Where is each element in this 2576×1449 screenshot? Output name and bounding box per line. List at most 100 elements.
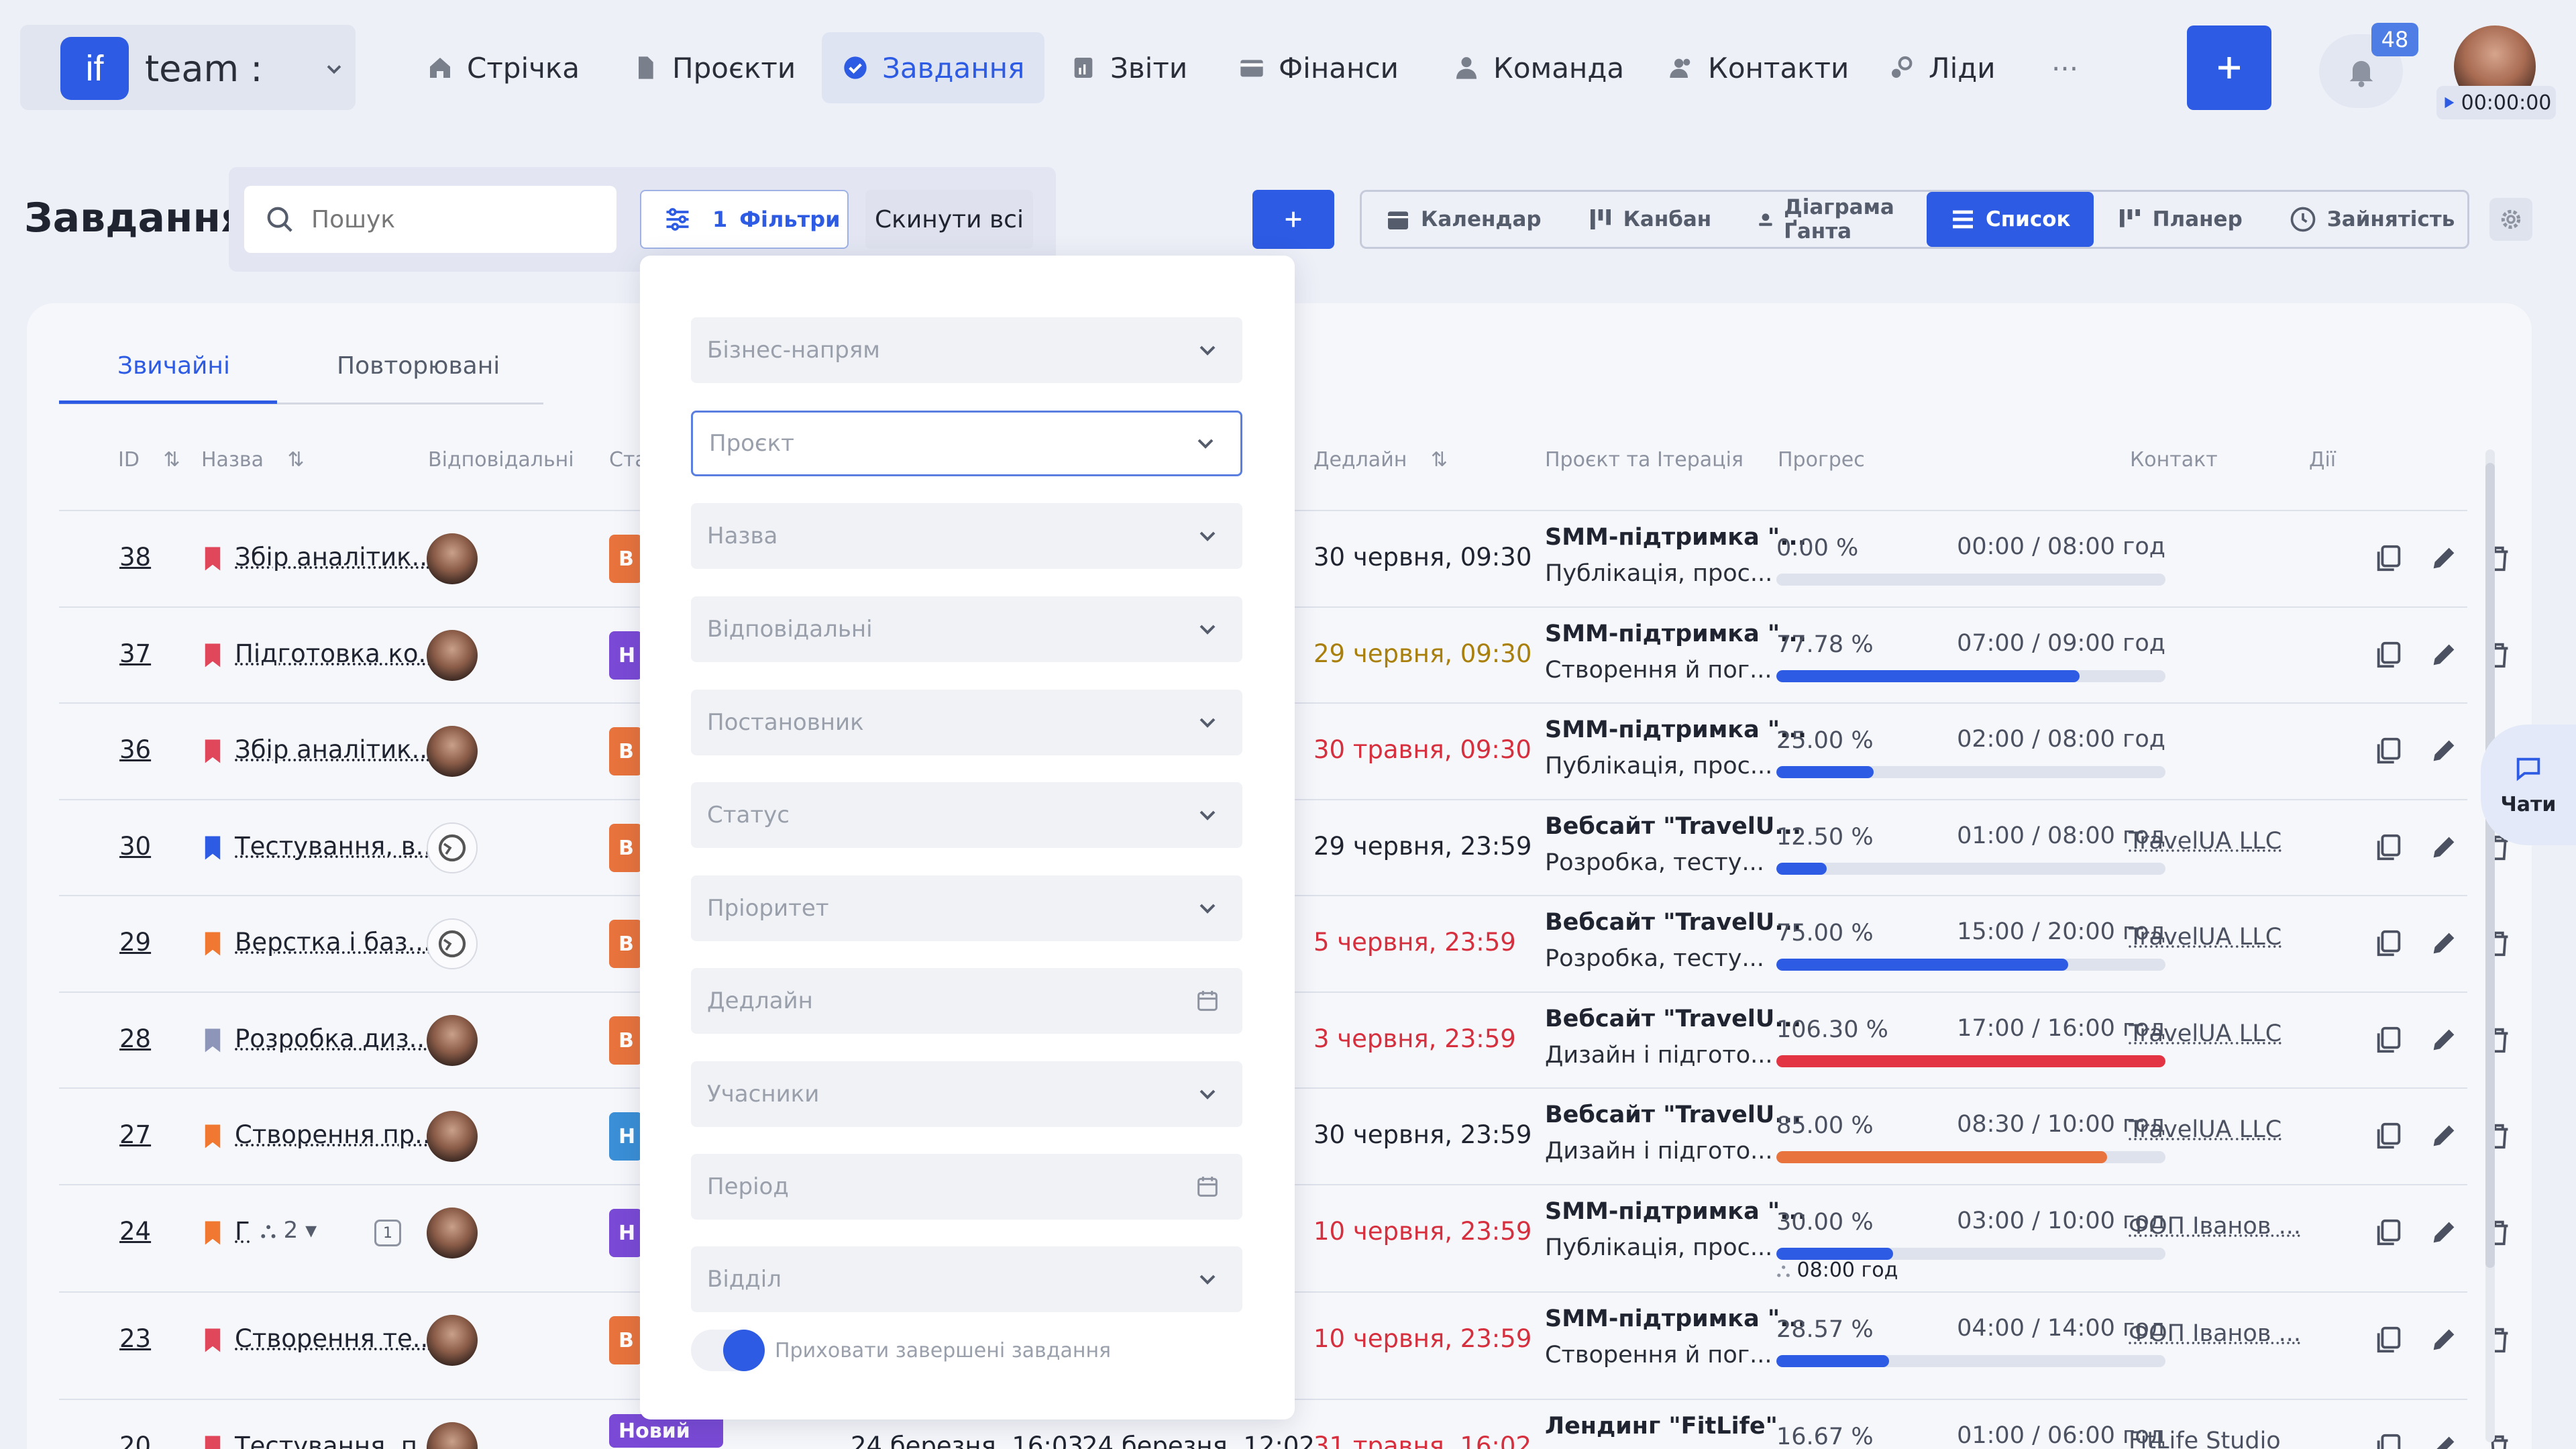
copy-button[interactable]	[2373, 928, 2404, 959]
filter-пріоритет[interactable]: Пріоритет	[691, 875, 1242, 941]
edit-icon[interactable]	[2428, 832, 2459, 863]
iteration-name[interactable]: Публікація, прос...	[1545, 560, 1772, 587]
status-badge[interactable]: В	[609, 1016, 643, 1065]
comments-icon[interactable]: 1	[374, 1220, 401, 1246]
edit-button[interactable]	[2428, 1120, 2459, 1151]
col-name[interactable]: Назва ⇅	[201, 448, 305, 472]
copy-icon[interactable]	[2373, 1120, 2404, 1151]
edit-icon[interactable]	[2428, 1217, 2459, 1248]
nav-item-tasks[interactable]: Завдання	[822, 32, 1045, 103]
nav-item-reports[interactable]: Звіти	[1050, 32, 1208, 103]
task-id[interactable]: 37	[119, 639, 151, 668]
nav-item-leads[interactable]: Ліди	[1868, 32, 2016, 103]
scrollbar-thumb[interactable]	[2485, 463, 2495, 1268]
task-name[interactable]: Створення те...	[235, 1324, 436, 1353]
project-name[interactable]: Вебсайт "TravelU...	[1545, 1102, 1801, 1128]
copy-button[interactable]	[2373, 1024, 2404, 1055]
avatar[interactable]	[427, 1422, 478, 1449]
project-name[interactable]: SMM-підтримка "...	[1545, 1198, 1807, 1225]
copy-button[interactable]	[2373, 543, 2404, 574]
task-id[interactable]: 29	[119, 928, 151, 957]
copy-icon[interactable]	[2373, 928, 2404, 959]
filter-бізнес-напрям[interactable]: Бізнес-напрям	[691, 317, 1242, 383]
avatar[interactable]	[427, 726, 478, 777]
filters-button[interactable]: 1 Фільтри	[640, 190, 849, 249]
filter-відповідальні[interactable]: Відповідальні	[691, 596, 1242, 662]
view-list[interactable]: Список	[1926, 192, 2094, 247]
view-calendar[interactable]: Календар	[1362, 192, 1564, 247]
task-id[interactable]: 28	[119, 1024, 151, 1053]
contact-link[interactable]: TravelUA LLC	[2129, 924, 2282, 951]
status-badge[interactable]: В	[609, 920, 643, 968]
nav-item-contacts[interactable]: Контакти	[1648, 32, 1869, 103]
iteration-name[interactable]: Публікація, прос...	[1545, 753, 1772, 780]
project-name[interactable]: Вебсайт "TravelU...	[1545, 813, 1801, 840]
edit-icon[interactable]	[2428, 735, 2459, 766]
nav-item-finance[interactable]: Фінанси	[1218, 32, 1419, 103]
avatar[interactable]	[427, 1208, 478, 1258]
workspace-switcher[interactable]: if team :	[20, 25, 356, 110]
edit-button[interactable]	[2428, 832, 2459, 863]
project-name[interactable]: SMM-підтримка "...	[1545, 621, 1807, 647]
copy-icon[interactable]	[2373, 1024, 2404, 1055]
task-id[interactable]: 27	[119, 1120, 151, 1149]
avatar[interactable]	[427, 533, 478, 584]
iteration-name[interactable]: Створення й пог...	[1545, 1342, 1772, 1368]
status-badge[interactable]: В	[609, 1316, 643, 1364]
project-name[interactable]: SMM-підтримка "...	[1545, 716, 1807, 743]
contact-link[interactable]: ФОП Іванов ...	[2129, 1213, 2301, 1240]
copy-icon[interactable]	[2373, 1324, 2404, 1355]
tab-recurring[interactable]: Повторювані	[337, 352, 500, 380]
edit-button[interactable]	[2428, 928, 2459, 959]
edit-icon[interactable]	[2428, 1324, 2459, 1355]
avatar[interactable]	[427, 918, 478, 969]
view-gantt[interactable]: Діаграма Ґанта	[1734, 192, 1927, 247]
hide-completed-toggle[interactable]	[691, 1330, 765, 1371]
iteration-name[interactable]: Розробка, тесту...	[1545, 945, 1764, 972]
project-name[interactable]: Вебсайт "TravelU...	[1545, 1006, 1801, 1032]
avatar[interactable]	[427, 1015, 478, 1066]
contact-link[interactable]: FitLife Studio	[2129, 1428, 2281, 1449]
task-id[interactable]: 20	[119, 1432, 151, 1449]
view-planner[interactable]: Планер	[2094, 192, 2265, 247]
copy-icon[interactable]	[2373, 1432, 2404, 1449]
col-id[interactable]: ID ⇅	[118, 448, 180, 472]
iteration-name[interactable]: Створення й пог...	[1545, 657, 1772, 684]
task-id[interactable]: 38	[119, 543, 151, 572]
avatar[interactable]	[427, 822, 478, 873]
edit-button[interactable]	[2428, 1024, 2459, 1055]
task-name[interactable]: Збір аналітик...	[235, 735, 435, 764]
contact-link[interactable]: ФОП Іванов ...	[2129, 1320, 2301, 1347]
status-badge[interactable]: В	[609, 824, 643, 872]
subtasks-count[interactable]: ⛬ 2 ▾	[260, 1217, 317, 1244]
col-deadline[interactable]: Дедлайн ⇅	[1313, 448, 1448, 472]
copy-button[interactable]	[2373, 1120, 2404, 1151]
iteration-name[interactable]: Розробка, тесту...	[1545, 849, 1764, 876]
task-name[interactable]: Створення пр...	[235, 1120, 438, 1149]
task-name[interactable]: Тестування, в...	[235, 832, 439, 861]
filter-відділ[interactable]: Відділ	[691, 1246, 1242, 1312]
filter-назва[interactable]: Назва	[691, 503, 1242, 569]
filter-період[interactable]: Період	[691, 1154, 1242, 1220]
chat-button[interactable]: Чати	[2481, 724, 2576, 845]
task-name[interactable]: Збір аналітик...	[235, 543, 435, 572]
status-badge[interactable]: Н	[609, 1112, 643, 1161]
task-id[interactable]: 23	[119, 1324, 151, 1353]
project-name[interactable]: Вебсайт "TravelU...	[1545, 909, 1801, 936]
edit-icon[interactable]	[2428, 1432, 2459, 1449]
avatar[interactable]	[427, 1111, 478, 1162]
filter-дедлайн[interactable]: Дедлайн	[691, 968, 1242, 1034]
task-name[interactable]: Розробка диз...	[235, 1024, 433, 1053]
add-task-button[interactable]	[1252, 190, 1334, 249]
edit-icon[interactable]	[2428, 639, 2459, 670]
task-id[interactable]: 30	[119, 832, 151, 861]
task-name[interactable]: Верстка і баз...	[235, 928, 431, 957]
reset-filters-button[interactable]: Скинути всі	[865, 190, 1033, 249]
filter-учасники[interactable]: Учасники	[691, 1061, 1242, 1127]
edit-button[interactable]	[2428, 543, 2459, 574]
tab-regular[interactable]: Звичайні	[117, 352, 230, 380]
iteration-name[interactable]: Публікація, прос...	[1545, 1234, 1772, 1261]
task-id[interactable]: 36	[119, 735, 151, 764]
edit-button[interactable]	[2428, 1432, 2459, 1449]
copy-button[interactable]	[2373, 639, 2404, 670]
